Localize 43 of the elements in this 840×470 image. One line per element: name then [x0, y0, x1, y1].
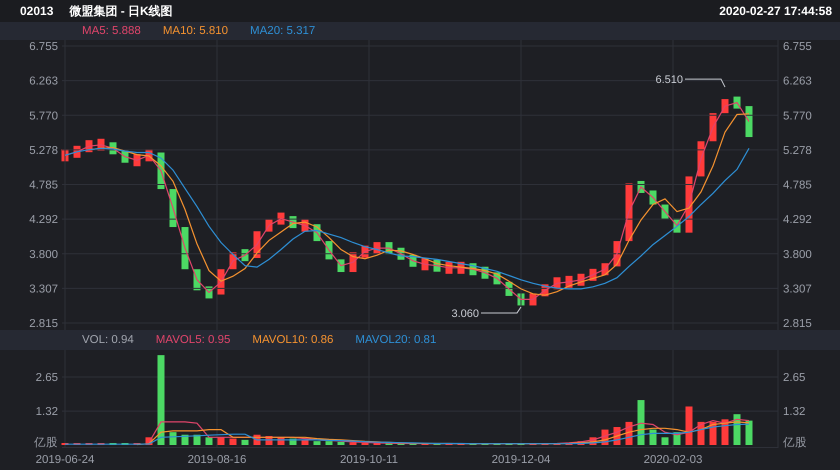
axis-label: 3.800 — [783, 248, 812, 261]
volume-legend: MAVOL10: 0.86 — [252, 334, 334, 346]
leader-line — [684, 78, 726, 88]
stock-code: 02013 — [20, 4, 54, 18]
axis-label: 2.65 — [783, 372, 806, 384]
unit-label: 亿股 — [34, 437, 58, 449]
ma-legend: MA5: 5.888 — [82, 25, 141, 37]
volume-legend: MAVOL5: 0.95 — [156, 334, 230, 346]
axis-label: 5.278 — [29, 144, 58, 157]
ma-legend: MA20: 5.317 — [250, 25, 316, 37]
axis-label: 4.785 — [783, 180, 812, 192]
axis-label: 4.785 — [29, 180, 58, 192]
axis-label: 6.755 — [783, 41, 812, 53]
ma-legend: MA10: 5.810 — [162, 25, 228, 37]
axis-label: 2.65 — [36, 372, 58, 384]
axis-label: 5.770 — [29, 110, 58, 122]
volume-legend: MAVOL20: 0.81 — [355, 334, 436, 346]
unit-label: 亿股 — [783, 437, 807, 449]
axis-label: 3.800 — [29, 248, 58, 261]
axis-label: 1.32 — [36, 406, 58, 418]
axis-label: 6.263 — [783, 76, 812, 88]
axis-label: 5.278 — [783, 144, 812, 157]
axis-label: 4.292 — [783, 214, 812, 226]
date-label: 2019-08-16 — [188, 454, 246, 466]
date-label: 2019-12-04 — [492, 454, 550, 466]
axis-label: 6.755 — [29, 41, 58, 53]
leader-line — [480, 306, 522, 314]
volume-legend: VOL: 0.94 — [82, 334, 134, 346]
axis-label: 2.815 — [29, 318, 58, 330]
axis-label: 4.292 — [29, 214, 58, 226]
date-label: 2019-10-11 — [340, 454, 398, 466]
date-label: 2020-02-03 — [644, 454, 702, 466]
price-annotation: 6.510 — [655, 74, 683, 86]
date-label: 2019-06-24 — [36, 454, 94, 466]
axis-label: 5.770 — [783, 110, 812, 122]
axis-label: 3.307 — [783, 283, 812, 296]
axis-label: 2.815 — [783, 318, 812, 330]
price-annotation: 3.060 — [451, 308, 479, 320]
timestamp: 2020-02-27 17:44:58 — [719, 4, 832, 18]
axis-label: 3.307 — [29, 283, 58, 296]
chart-title: 微盟集团 - 日K线图 — [69, 2, 174, 20]
axis-label: 1.32 — [783, 406, 806, 418]
axis-label: 6.263 — [29, 76, 58, 88]
